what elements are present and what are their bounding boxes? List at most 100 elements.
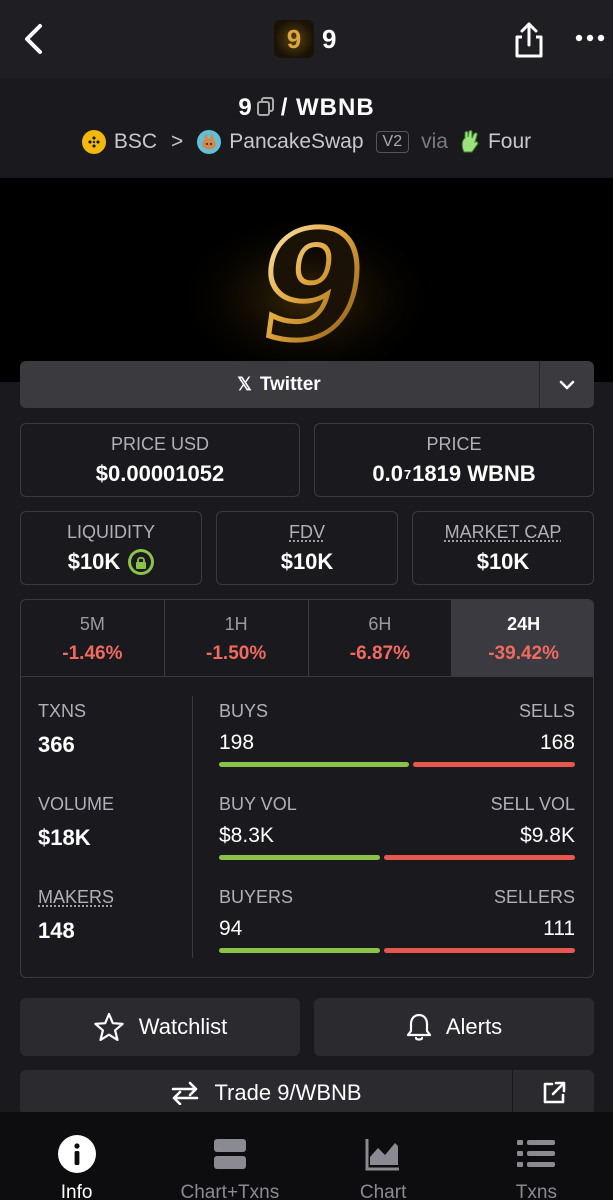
market-cap-label[interactable]: MARKET CAP [413,522,593,543]
market-cap-value: $10K [413,549,593,575]
alerts-button[interactable]: Alerts [314,998,594,1056]
nav-chart-txns[interactable]: Chart+Txns [153,1112,306,1200]
buy-vol-label: BUY VOL [219,794,297,815]
nav-chart[interactable]: Chart [307,1112,460,1200]
launchpad-link[interactable]: Four [488,130,531,154]
alerts-label: Alerts [446,1014,502,1040]
bsc-icon [82,130,106,154]
price-native-card: PRICE 0.0 7 1819 WBNB [314,423,594,497]
buys-value: 198 [219,731,254,755]
buy-vol-value: $8.3K [219,824,274,848]
tab-label: 24H [452,614,594,635]
txns-value: 366 [38,732,75,758]
bottom-nav: Info Chart+Txns Chart Txns [0,1112,613,1200]
token-logo: 9 [274,20,314,58]
back-button[interactable] [20,22,50,56]
fdv-value: $10K [217,549,397,575]
share-icon [512,20,546,60]
nav-label: Txns [460,1182,613,1200]
sellers-value: 111 [543,917,575,941]
twitter-button[interactable]: 𝕏 Twitter [20,361,538,408]
external-link-icon [541,1080,567,1106]
star-icon [93,1012,125,1042]
tab-label: 6H [309,614,452,635]
buy-vol-bar [219,855,380,860]
buys-label: BUYS [219,701,268,722]
liquidity-card: LIQUIDITY $10K [20,511,202,585]
nav-info[interactable]: Info [0,1112,153,1200]
liquidity-value: $10K [68,549,121,575]
social-dropdown-button[interactable] [539,361,594,408]
social-bar: 𝕏 Twitter [20,361,594,408]
tab-5m[interactable]: 5M -1.46% [21,600,165,676]
dex-link[interactable]: PancakeSwap [229,130,363,154]
sell-vol-label: SELL VOL [491,794,575,815]
chevron-down-icon [559,380,575,390]
sells-bar [413,762,575,767]
list-icon [516,1134,556,1174]
price-prefix: 0.0 [372,461,403,487]
sells-label: SELLS [519,701,575,722]
tab-label: 5M [21,614,164,635]
via-label: via [421,130,448,154]
tab-change: -6.87% [309,643,452,665]
token-banner: 9 [0,178,613,382]
share-button[interactable] [512,20,546,60]
nav-label: Chart+Txns [153,1182,306,1200]
top-bar: 9 9 [0,0,613,78]
bell-icon [406,1012,432,1042]
nav-txns[interactable]: Txns [460,1112,613,1200]
price-native-value: 0.0 7 1819 WBNB [315,461,593,487]
liquidity-label: LIQUIDITY [21,522,201,543]
volume-value: $18K [38,825,91,851]
pair-title: 9 / WBNB [0,94,613,122]
sellers-label: SELLERS [494,887,575,908]
chevron-left-icon [20,22,50,56]
more-button[interactable] [574,28,608,48]
info-icon [57,1134,97,1174]
buyers-value: 94 [219,917,242,941]
copy-icon[interactable] [257,96,275,116]
external-link-button[interactable] [512,1070,594,1115]
tab-6h[interactable]: 6H -6.87% [309,600,453,676]
buyers-bar [219,948,380,953]
fdv-label[interactable]: FDV [217,522,397,543]
lock-icon[interactable] [128,549,154,575]
chain-link[interactable]: BSC [114,130,157,154]
nav-label: Chart [307,1182,460,1200]
buyers-label: BUYERS [219,887,293,908]
sell-vol-value: $9.8K [520,824,575,848]
trade-bar: Trade 9/WBNB [20,1070,594,1115]
makers-value: 148 [38,918,75,944]
token-title: 9 [322,24,336,55]
pancakeswap-icon [197,130,221,154]
more-dots-icon [574,28,608,48]
pair-base: 9 [238,94,252,121]
tab-24h[interactable]: 24H -39.42% [452,600,594,676]
stats-divider [192,696,193,958]
price-usd-label: PRICE USD [21,434,299,455]
sellers-bar [384,948,575,953]
market-cap-card: MARKET CAP $10K [412,511,594,585]
chain-row: BSC > PancakeSwap V2 via Four [0,130,613,154]
trade-label: Trade 9/WBNB [214,1080,361,1106]
chart-txns-icon [210,1134,250,1174]
version-badge: V2 [376,131,410,153]
watchlist-button[interactable]: Watchlist [20,998,300,1056]
price-usd-value: $0.00001052 [21,461,299,487]
liquidity-value-row: $10K [21,549,201,575]
trade-button[interactable]: Trade 9/WBNB [20,1070,512,1115]
tab-1h[interactable]: 1H -1.50% [165,600,309,676]
watchlist-label: Watchlist [139,1014,227,1040]
pair-quote: / WBNB [281,94,375,121]
pair-info [0,78,613,178]
twitter-label: Twitter [260,374,321,396]
sells-value: 168 [540,731,575,755]
sell-vol-bar [384,855,575,860]
tab-label: 1H [165,614,308,635]
price-suffix: 1819 WBNB [412,461,535,487]
makers-label[interactable]: MAKERS [38,887,114,908]
four-meme-icon [458,130,482,154]
price-zero-count: 7 [404,467,411,482]
tab-change: -39.42% [452,643,594,665]
